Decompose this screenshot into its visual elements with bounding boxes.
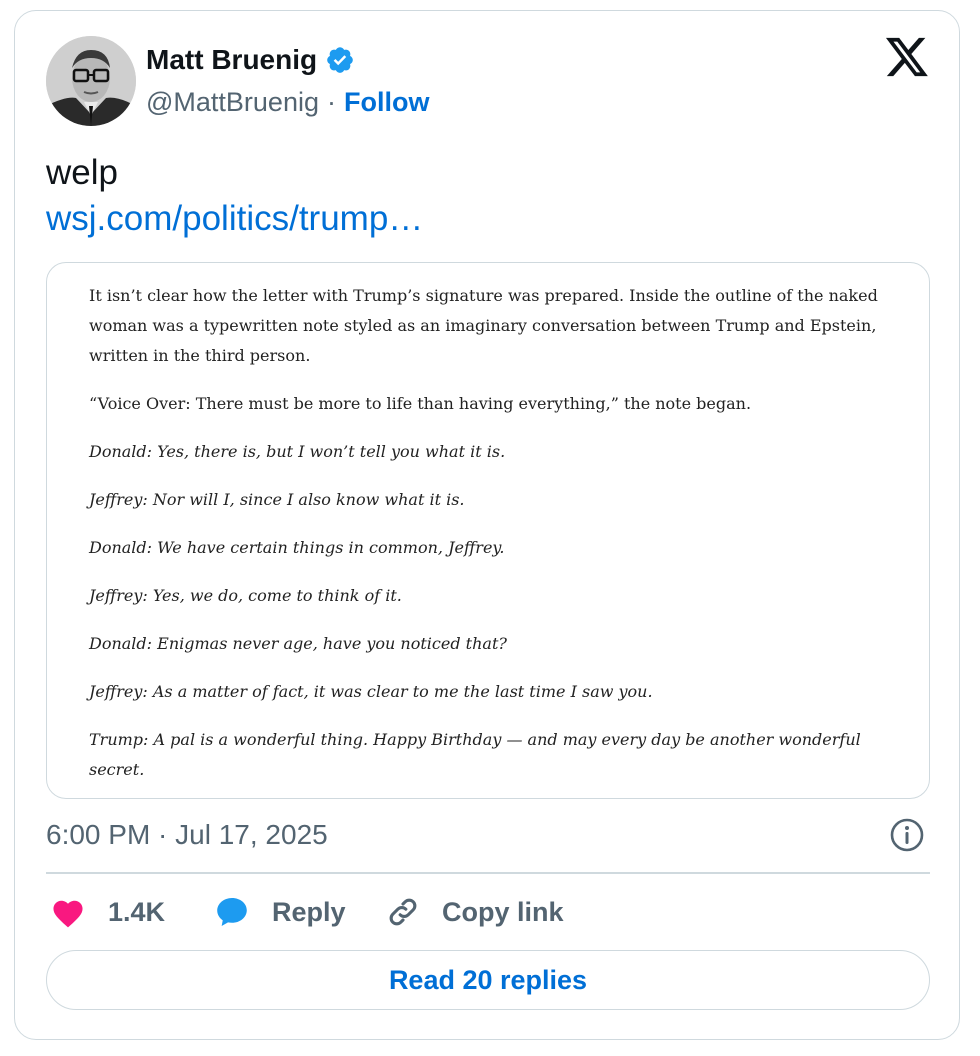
quoted-article-text: It isn’t clear how the letter with Trump… [89,281,879,798]
like-count: 1.4K [108,896,166,927]
quote-paragraph: Jeffrey: Yes, we do, come to think of it… [89,586,402,605]
tweet-link[interactable]: wsj.com/politics/trump… [46,196,423,241]
author-name-row: Matt Bruenig [146,40,355,80]
tweet-text: welp [46,153,118,192]
author-display-name[interactable]: Matt Bruenig [146,44,317,76]
quoted-article-image[interactable]: It isn’t clear how the letter with Trump… [46,262,930,799]
read-replies-button[interactable]: Read 20 replies [46,950,930,1010]
quote-paragraph: Donald: Enigmas never age, have you noti… [89,634,507,653]
info-icon[interactable] [889,817,925,853]
quote-paragraph: It isn’t clear how the letter with Trump… [89,286,878,365]
quote-paragraph: Trump: A pal is a wonderful thing. Happy… [89,730,861,779]
author-handle[interactable]: @MattBruenig [146,87,319,118]
quote-paragraph: Jeffrey: Nor will I, since I also know w… [89,490,465,509]
copy-link-label: Copy link [442,896,564,927]
like-button[interactable]: 1.4K [50,890,165,934]
separator-dot: · [326,86,336,117]
verified-badge-icon [325,45,355,75]
quote-paragraph: Donald: We have certain things in common… [89,538,505,557]
speech-bubble-icon [214,895,250,929]
heart-icon [50,896,86,928]
tweet-timestamp[interactable]: 6:00 PM · Jul 17, 2025 [46,815,328,855]
avatar[interactable] [46,36,136,126]
reply-button[interactable]: Reply [214,890,346,934]
quote-paragraph: Jeffrey: As a matter of fact, it was cle… [89,682,653,701]
divider [46,872,930,874]
link-icon [386,895,420,929]
quote-paragraph: “Voice Over: There must be more to life … [89,394,752,413]
x-logo-icon[interactable] [884,36,930,80]
quote-paragraph: Donald: Yes, there is, but I won’t tell … [89,442,506,461]
copy-link-button[interactable]: Copy link [386,890,564,934]
reply-label: Reply [272,896,346,927]
author-handle-row: @MattBruenig · Follow [146,84,429,120]
follow-button[interactable]: Follow [344,87,429,118]
